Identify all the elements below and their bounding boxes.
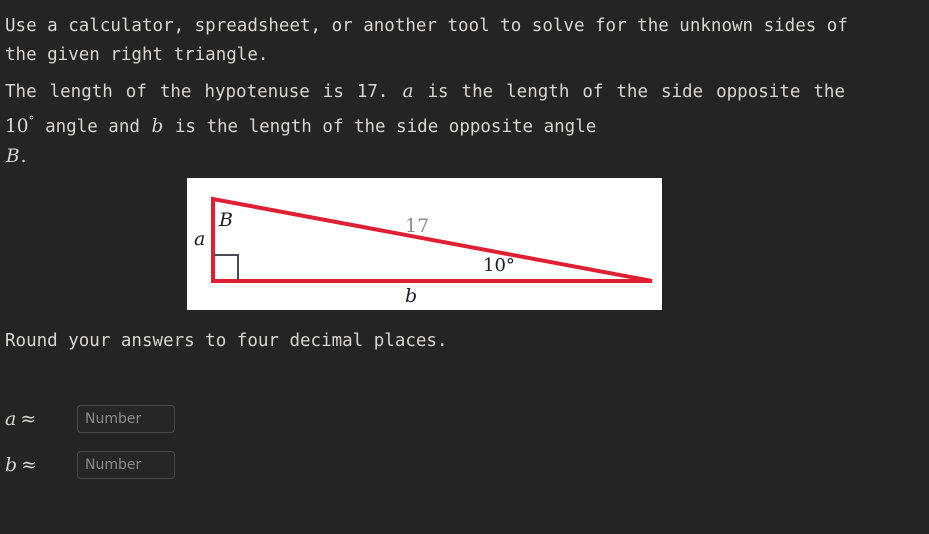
figure-label-side-b: b <box>405 285 417 307</box>
figure-label-side-a: a <box>194 228 205 250</box>
math-variable-B-inline: B <box>6 145 20 167</box>
approx-symbol-b: ≈ <box>21 454 38 476</box>
answer-variable-b: b <box>5 454 18 476</box>
answer-label-b: b ≈ <box>5 454 77 476</box>
triangle-figure: B a b 17 10° <box>187 178 662 310</box>
answer-label-a: a ≈ <box>5 408 77 430</box>
rounding-instruction: Round your answers to four decimal place… <box>5 331 448 351</box>
math-variable-a-inline: a <box>402 81 414 102</box>
problem-intro-text: Use a calculator, spreadsheet, or anothe… <box>5 16 848 65</box>
given-text-part-4: is the length of the side opposite angle <box>174 116 597 137</box>
answer-input-a[interactable] <box>77 405 175 433</box>
problem-given-text: The length of the hypotenuse is 17. a is… <box>5 77 845 172</box>
answer-input-b[interactable] <box>77 451 175 479</box>
approx-symbol-a: ≈ <box>20 408 37 430</box>
answer-row-b: b ≈ <box>5 450 175 480</box>
answer-row-a: a ≈ <box>5 404 175 434</box>
math-angle-value-inline: 10 <box>5 115 29 137</box>
given-text-part-1: The length of the hypotenuse is 17. <box>5 82 389 102</box>
figure-label-hypotenuse: 17 <box>405 215 429 237</box>
degree-symbol-icon: ° <box>28 114 35 128</box>
given-text-part-3: angle and <box>45 116 140 137</box>
triangle-diagram-svg: B a b 17 10° <box>194 196 653 307</box>
math-variable-b-inline: b <box>151 115 164 137</box>
given-text-part-2: is the length of the side opposite the <box>427 82 845 102</box>
answer-variable-a: a <box>5 408 17 430</box>
right-triangle-shape <box>211 196 653 283</box>
right-angle-marker-icon <box>214 254 239 280</box>
given-text-period: . <box>20 145 27 167</box>
figure-label-angle-B: B <box>218 209 233 231</box>
problem-page: Use a calculator, spreadsheet, or anothe… <box>0 0 929 534</box>
figure-label-angle-measure: 10° <box>483 255 515 276</box>
